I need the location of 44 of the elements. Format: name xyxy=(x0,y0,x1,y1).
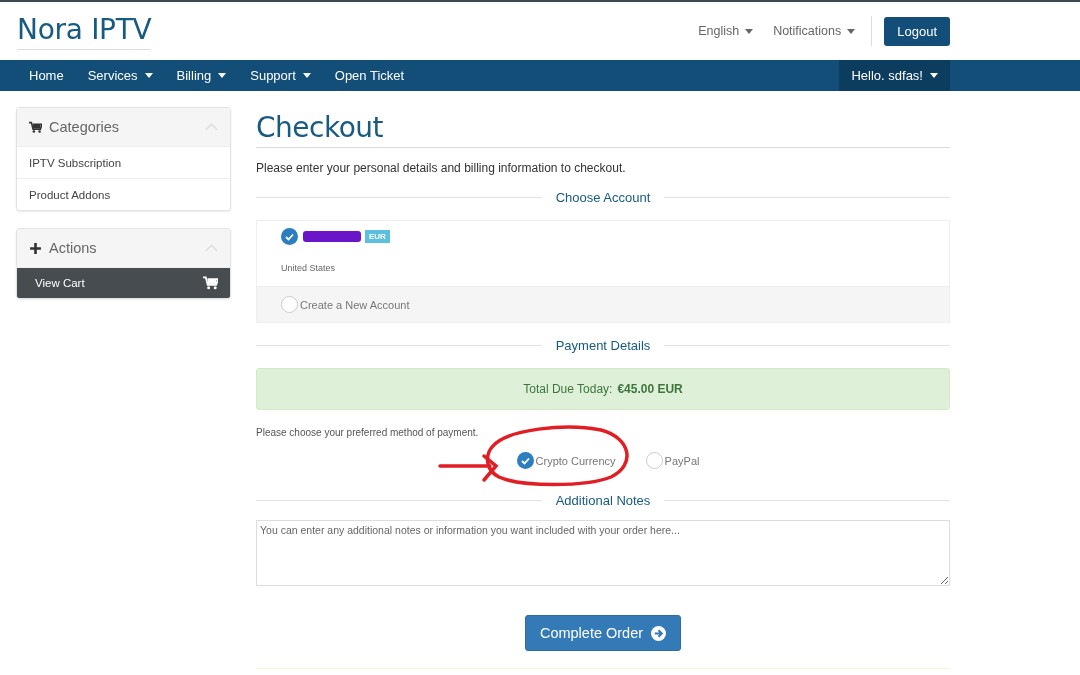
arrow-right-icon xyxy=(651,625,667,641)
option-label[interactable]: Crypto Currency xyxy=(535,454,616,467)
annotation-arrow xyxy=(438,454,499,482)
radio-button[interactable] xyxy=(281,296,298,313)
radio-button[interactable] xyxy=(645,452,663,469)
cart-icon xyxy=(203,276,218,290)
chevron-up-icon xyxy=(205,244,218,252)
plus-icon xyxy=(29,241,42,255)
logout-button[interactable]: Logout xyxy=(884,16,950,46)
account-country: United States xyxy=(281,263,336,273)
section-heading: Additional Notes xyxy=(555,493,651,508)
top-link[interactable]: Notifications xyxy=(773,24,856,38)
panel-title: Categories xyxy=(49,119,120,135)
site-logo[interactable]: Nora IPTV xyxy=(17,12,152,50)
section-heading: Choose Account xyxy=(555,190,651,205)
sidebar-item[interactable]: Product Addons xyxy=(17,178,230,210)
intro-text: Please enter your personal details and billing information to checkout. xyxy=(256,161,627,175)
total-label: Total Due Today: xyxy=(523,382,613,396)
top-link[interactable]: English xyxy=(698,24,754,38)
complete-order-button[interactable]: Complete Order xyxy=(524,615,682,651)
option-label[interactable]: Create a New Account xyxy=(300,298,410,311)
chevron-up-icon xyxy=(205,123,218,131)
cart-icon xyxy=(29,120,42,134)
nav-item[interactable]: Billing xyxy=(164,60,239,91)
user-menu[interactable]: Hello. sdfas! xyxy=(839,60,950,91)
panel-title: Actions xyxy=(49,240,97,256)
sidebar-item[interactable]: View Cart xyxy=(17,267,230,298)
sidebar-item[interactable]: IPTV Subscription xyxy=(17,146,230,178)
option-label[interactable]: PayPal xyxy=(664,454,700,467)
nav-item[interactable]: Support xyxy=(238,60,323,91)
panel-header[interactable]: Categories xyxy=(17,108,230,146)
currency-badge: EUR xyxy=(365,230,390,243)
panel-header[interactable]: Actions xyxy=(17,229,230,267)
page-title: Checkout xyxy=(256,111,950,148)
checked-radio[interactable] xyxy=(281,228,298,245)
section-heading: Payment Details xyxy=(555,338,651,353)
redaction-mark xyxy=(303,231,361,242)
nav-item[interactable]: Open Ticket xyxy=(322,60,417,91)
nav-item[interactable]: Services xyxy=(75,60,165,91)
checked-radio[interactable] xyxy=(516,452,534,469)
notes-field[interactable]: You can enter any additional notes or information you want included with your order here... xyxy=(256,520,950,586)
payment-prompt: Please choose your preferred method of payment. xyxy=(256,427,480,438)
total-amount: €45.00 EUR xyxy=(617,382,683,396)
nav-item[interactable]: Home xyxy=(17,60,76,91)
